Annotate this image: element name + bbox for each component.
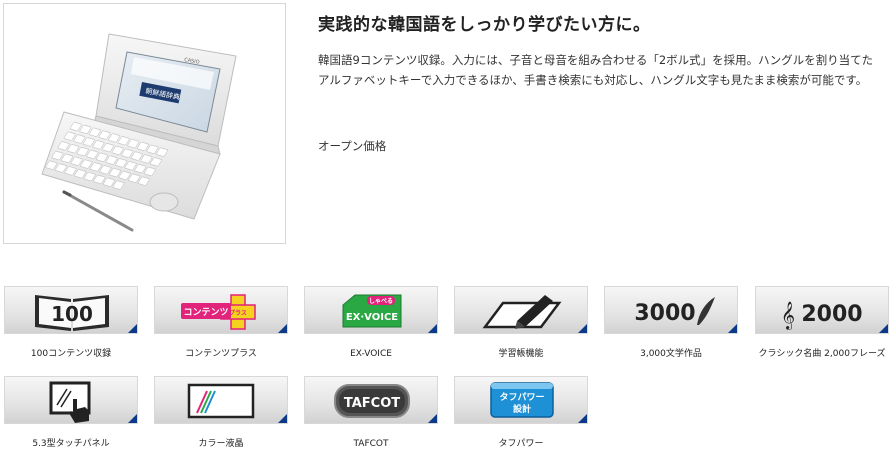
feature-label: 5.3型タッチパネル [32,439,110,449]
tile-corner [578,324,587,333]
classic-music-2000-icon: 𝄞 2000 [781,301,863,330]
feature-classic-2000[interactable]: 𝄞 2000 クラシック名曲 2,000フレーズ [755,286,889,359]
feature-label: クラシック名曲 2,000フレーズ [758,349,886,359]
product-description: 韓国語9コンテンツ収録。入力には、子音と母音を組み合わせる「2ボル式」を採用。ハ… [318,53,874,87]
feature-label: カラー液晶 [198,439,244,449]
feature-label: 3,000文学作品 [640,349,702,359]
tile-corner [128,324,137,333]
feature-tile: 100 [4,286,138,334]
feature-label: タフパワー [498,439,544,449]
feature-tile: コンテンツ プラス [154,286,288,334]
feature-literature-3000[interactable]: 3000 3,000文学作品 [604,286,738,359]
feature-tile: TAFCOT [304,376,438,424]
tile-corner [428,324,437,333]
contents-plus-icon: コンテンツ プラス [181,294,256,330]
color-lcd-icon [187,383,255,419]
tile-corner [278,324,287,333]
book-100-text: 100 [51,302,93,326]
feature-color-lcd[interactable]: カラー液晶 [154,376,288,449]
tough-power-icon: タフパワー 設計 [490,382,554,418]
treble-clef-icon: 𝄞 [781,301,795,330]
feature-tough-power[interactable]: タフパワー 設計 タフパワー [454,376,588,449]
touch-panel-icon [49,381,91,423]
feature-tafcot[interactable]: TAFCOT TAFCOT [304,376,438,449]
book-100-icon: 100 [35,295,109,331]
feature-label: EX-VOICE [350,349,392,359]
ex-voice-text: EX·VOICE [346,312,398,323]
feature-tile [4,376,138,424]
feature-tile: タフパワー 設計 [454,376,588,424]
product-headline: 実践的な韓国語をしっかり学びたい方に。 [318,15,651,35]
feature-label: TAFCOT [353,439,389,449]
ex-voice-icon: しゃべる EX·VOICE [342,294,402,328]
literature-3000-icon: 3000 [634,297,715,326]
tafcot-icon: TAFCOT [334,384,410,418]
feature-tile [454,286,588,334]
tile-corner [879,324,888,333]
feature-label: 100コンテンツ収録 [30,349,112,359]
study-notebook-icon [482,295,562,329]
product-image: 朝鮮語辞典 CASIO [3,3,286,244]
classic-2000-text: 2000 [801,302,862,327]
tile-corner [728,324,737,333]
feature-ex-voice[interactable]: しゃべる EX·VOICE EX-VOICE [304,286,438,359]
feature-tile [154,376,288,424]
feature-tile: 3000 [604,286,738,334]
feature-study-notebook[interactable]: 学習帳機能 [454,286,588,359]
feature-touch-panel[interactable]: 5.3型タッチパネル [4,376,138,449]
feature-contents-plus[interactable]: コンテンツ プラス コンテンツプラス [154,286,288,359]
ex-voice-badge: しゃべる [369,298,393,305]
feature-100-contents[interactable]: 100 100コンテンツ収録 [4,286,138,359]
tafcot-text: TAFCOT [344,396,400,411]
literature-3000-text: 3000 [634,301,695,326]
tile-corner [428,414,437,423]
tile-corner [278,414,287,423]
product-price: オープン価格 [318,139,387,153]
tile-corner [128,414,137,423]
contents-plus-text: コンテンツ [183,307,228,318]
feature-label: コンテンツプラス [185,349,257,359]
feature-tile: 𝄞 2000 [755,286,889,334]
tough-power-text: タフパワー [499,391,544,403]
feature-label: 学習帳機能 [498,349,544,359]
contents-plus-badge: プラス [229,309,247,317]
feature-tile: しゃべる EX·VOICE [304,286,438,334]
tough-power-subtext: 設計 [513,403,531,415]
tile-corner [578,414,587,423]
